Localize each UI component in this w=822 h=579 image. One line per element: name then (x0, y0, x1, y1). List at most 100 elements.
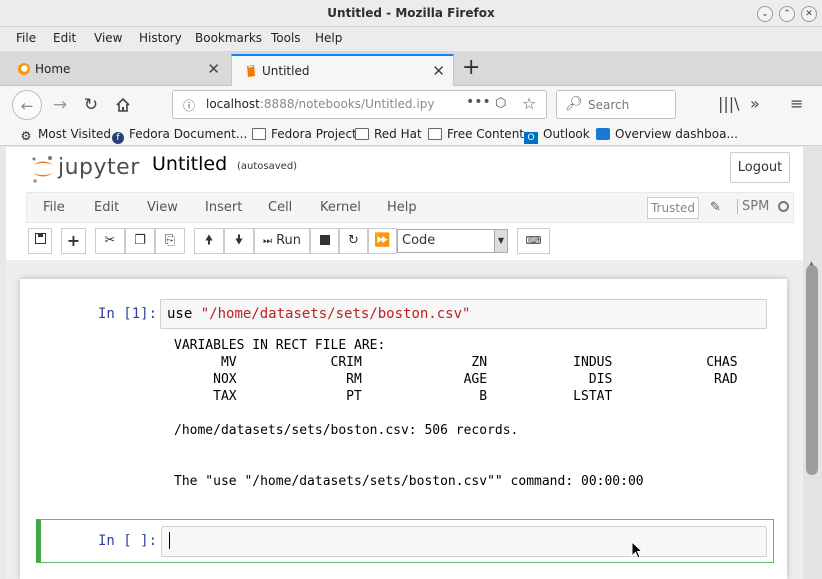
back-button[interactable]: ← (12, 90, 42, 120)
maximize-button[interactable]: ⌃ (779, 6, 795, 22)
menu-file[interactable]: File (16, 31, 36, 45)
notebook-name[interactable]: Untitled (152, 153, 227, 175)
notebook-page: In [1]: use "/home/datasets/sets/boston.… (20, 279, 787, 579)
jp-menu-insert[interactable]: Insert (205, 200, 242, 215)
search-placeholder: Search (588, 98, 630, 112)
jupyter-logo[interactable]: jupyter (30, 153, 140, 185)
output-line: MV CRIM ZN INDUS CHAS (174, 355, 738, 370)
bookmark-overview-dashboard[interactable]: Overview dashboa... (596, 127, 738, 141)
bookmark-fedora-docs[interactable]: f Fedora Document... (112, 127, 247, 144)
window-titlebar: Untitled - Mozilla Firefox ⌄ ⌃ ✕ (0, 0, 822, 27)
tab-home[interactable]: Home ✕ (5, 54, 228, 86)
jp-menu-cell[interactable]: Cell (268, 200, 292, 215)
menu-help[interactable]: Help (315, 31, 342, 45)
library-icon[interactable]: |||\ (718, 94, 740, 113)
command-palette-button[interactable]: ⌨ (517, 228, 550, 254)
move-down-button[interactable]: 🠟 (224, 228, 254, 254)
reload-button[interactable]: ↻ (76, 90, 106, 120)
bookmark-free-content[interactable]: Free Content (428, 127, 524, 141)
code-input[interactable] (161, 526, 767, 557)
tab-strip: Home ✕ Untitled ✕ (0, 51, 822, 86)
navigation-bar: ← → ↻ ⓘ localhost:8888/notebooks/Untitle… (0, 86, 822, 124)
notebook-area: In [1]: use "/home/datasets/sets/boston.… (6, 260, 803, 579)
output-line: NOX RM AGE DIS RAD (174, 372, 738, 387)
jp-menu-edit[interactable]: Edit (94, 200, 119, 215)
scissors-icon: ✂ (104, 233, 116, 248)
bookmark-most-visited[interactable]: ⚙ Most Visited (19, 127, 111, 142)
plus-icon: + (66, 231, 81, 250)
code-input[interactable]: use "/home/datasets/sets/boston.csv" (160, 299, 767, 329)
search-icon: 🔎︎ (565, 96, 583, 112)
cell-type-select[interactable]: Code ▼ (397, 229, 508, 253)
paste-icon: ⎘ (164, 233, 176, 248)
page-scrollbar[interactable]: ▲ (803, 147, 822, 579)
save-button[interactable] (28, 228, 52, 254)
jp-menu-view[interactable]: View (147, 200, 178, 215)
close-window-button[interactable]: ✕ (801, 6, 817, 22)
output-line: The "use "/home/datasets/sets/boston.csv… (174, 474, 644, 489)
fast-forward-icon: ⏩ (374, 233, 391, 248)
restart-button[interactable]: ↻ (339, 228, 368, 254)
close-tab-icon[interactable]: ✕ (432, 62, 445, 80)
bookmark-star-icon[interactable]: ☆ (522, 94, 536, 113)
folder-icon (428, 128, 442, 140)
paste-button[interactable]: ⎘ (155, 228, 185, 254)
jp-menu-help[interactable]: Help (387, 200, 417, 215)
restart-run-all-button[interactable]: ⏩ (368, 228, 397, 254)
run-button[interactable]: ⏭ Run (254, 228, 310, 254)
step-forward-icon: ⏭ (262, 236, 272, 247)
home-button[interactable] (108, 90, 138, 120)
logout-button[interactable]: Logout (730, 152, 790, 183)
chevron-down-icon: ▼ (494, 230, 507, 252)
gear-icon: ⚙ (20, 129, 32, 143)
jp-menu-kernel[interactable]: Kernel (320, 200, 361, 215)
copy-button[interactable]: ❐ (125, 228, 155, 254)
menu-edit[interactable]: Edit (53, 31, 76, 45)
menu-view[interactable]: View (94, 31, 122, 45)
folder-icon (252, 128, 266, 140)
info-icon[interactable]: ⓘ (183, 97, 195, 114)
trusted-indicator[interactable]: Trusted (647, 197, 699, 219)
arrow-up-icon: 🠝 (204, 233, 214, 248)
notebook-icon (247, 65, 255, 77)
azure-icon (596, 128, 610, 140)
tab-label: Home (35, 62, 71, 76)
copy-icon: ❐ (134, 233, 146, 248)
page-actions-icon[interactable]: ••• (466, 94, 491, 110)
pocket-icon[interactable]: ⬡ (495, 96, 506, 111)
tab-untitled[interactable]: Untitled ✕ (231, 54, 454, 86)
interrupt-button[interactable] (310, 228, 339, 254)
jp-menu-file[interactable]: File (43, 200, 65, 215)
url-text[interactable]: localhost:8888/notebooks/Untitled.ipynb?… (206, 97, 434, 111)
forward-button[interactable]: → (45, 90, 75, 120)
jupyter-logo-text: jupyter (58, 155, 140, 180)
firefox-icon (18, 63, 30, 75)
close-tab-icon[interactable]: ✕ (207, 60, 220, 78)
bookmark-red-hat[interactable]: Red Hat (355, 127, 422, 141)
kernel-name[interactable]: SPM (737, 199, 769, 214)
search-input[interactable]: 🔎︎ Search (556, 90, 676, 119)
bookmark-outlook[interactable]: O Outlook (524, 127, 590, 144)
keyboard-icon: ⌨ (525, 234, 542, 247)
overflow-menu-icon[interactable]: » (750, 94, 760, 113)
hamburger-menu-icon[interactable]: ≡ (790, 94, 803, 113)
menu-history[interactable]: History (139, 31, 182, 45)
output-line: /home/datasets/sets/boston.csv: 506 reco… (174, 423, 519, 438)
insert-cell-button[interactable]: + (61, 228, 86, 254)
url-bar[interactable]: ⓘ localhost:8888/notebooks/Untitled.ipyn… (172, 90, 547, 119)
cut-button[interactable]: ✂ (95, 228, 125, 254)
save-icon (34, 233, 46, 244)
jupyter-menubar: File Edit View Insert Cell Kernel Help T… (26, 192, 794, 223)
scrollbar-thumb[interactable] (806, 265, 818, 475)
autosave-status: (autosaved) (237, 161, 298, 172)
minimize-button[interactable]: ⌄ (757, 6, 773, 22)
menu-tools[interactable]: Tools (271, 31, 301, 45)
move-up-button[interactable]: 🠝 (194, 228, 224, 254)
window-title: Untitled - Mozilla Firefox (327, 6, 495, 20)
bookmark-fedora-project[interactable]: Fedora Project (252, 127, 357, 141)
folder-icon (355, 128, 369, 140)
menu-bookmarks[interactable]: Bookmarks (195, 31, 262, 45)
new-tab-button[interactable]: + (462, 55, 480, 80)
fedora-icon: f (112, 132, 124, 144)
jupyter-logo-icon (32, 156, 53, 183)
